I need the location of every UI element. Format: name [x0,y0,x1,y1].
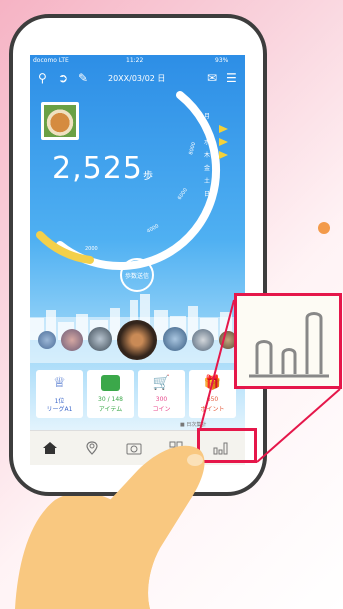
finger-overlay [40,445,205,609]
